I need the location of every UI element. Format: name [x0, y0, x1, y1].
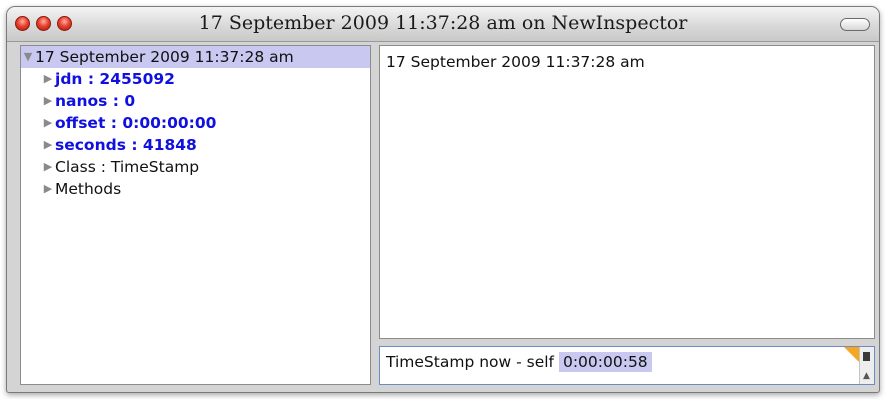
- tree-item-label: Class : TimeStamp: [55, 158, 200, 176]
- tree-item-label: Methods: [55, 180, 122, 198]
- scroll-thumb[interactable]: [863, 352, 870, 361]
- window-title: 17 September 2009 11:37:28 am on NewInsp…: [198, 12, 688, 34]
- tree-item-jdn[interactable]: ▶ jdn : 2455092: [21, 68, 370, 90]
- tree-item-nanos[interactable]: ▶ nanos : 0: [21, 90, 370, 112]
- tree-item-offset[interactable]: ▶ offset : 0:00:00:00: [21, 112, 370, 134]
- scroll-up-icon[interactable]: ▲: [861, 371, 872, 382]
- eval-expression: TimeStamp now - self: [386, 353, 555, 371]
- tree-item-seconds[interactable]: ▶ seconds : 41848: [21, 134, 370, 156]
- triangle-right-icon[interactable]: ▶: [41, 134, 55, 156]
- toolbar-toggle-icon[interactable]: [840, 18, 870, 31]
- triangle-right-icon[interactable]: ▶: [41, 68, 55, 90]
- resize-corner-icon[interactable]: [844, 347, 860, 363]
- tree-item-label: offset : 0:00:00:00: [55, 114, 217, 132]
- eval-line[interactable]: TimeStamp now - self 0:00:00:58: [386, 352, 652, 372]
- tree-item-class[interactable]: ▶ Class : TimeStamp: [21, 156, 370, 178]
- triangle-down-icon[interactable]: ▼: [21, 46, 35, 68]
- triangle-right-icon[interactable]: ▶: [41, 156, 55, 178]
- tree-item-label: nanos : 0: [55, 92, 136, 110]
- object-tree-pane[interactable]: ▼ 17 September 2009 11:37:28 am ▶ jdn : 24…: [20, 45, 371, 385]
- triangle-right-icon[interactable]: ▶: [41, 90, 55, 112]
- value-text: 17 September 2009 11:37:28 am: [386, 53, 645, 71]
- title-bar[interactable]: 17 September 2009 11:37:28 am on NewInsp…: [7, 7, 879, 42]
- tree-item-label: seconds : 41848: [55, 136, 197, 154]
- eval-scrollbar[interactable]: ▲: [859, 347, 874, 384]
- inspector-window: 17 September 2009 11:37:28 am on NewInsp…: [6, 6, 880, 393]
- eval-result[interactable]: 0:00:00:58: [558, 352, 652, 372]
- triangle-right-icon[interactable]: ▶: [41, 112, 55, 134]
- evaluation-pane[interactable]: TimeStamp now - self 0:00:00:58 ▲: [379, 346, 875, 385]
- tree-item-label: jdn : 2455092: [55, 70, 175, 88]
- tree-root-label: 17 September 2009 11:37:28 am: [35, 48, 294, 66]
- triangle-right-icon[interactable]: ▶: [41, 178, 55, 200]
- tree-root-row[interactable]: ▼ 17 September 2009 11:37:28 am: [21, 46, 370, 68]
- tree-item-methods[interactable]: ▶ Methods: [21, 178, 370, 200]
- value-pane[interactable]: 17 September 2009 11:37:28 am: [379, 45, 875, 339]
